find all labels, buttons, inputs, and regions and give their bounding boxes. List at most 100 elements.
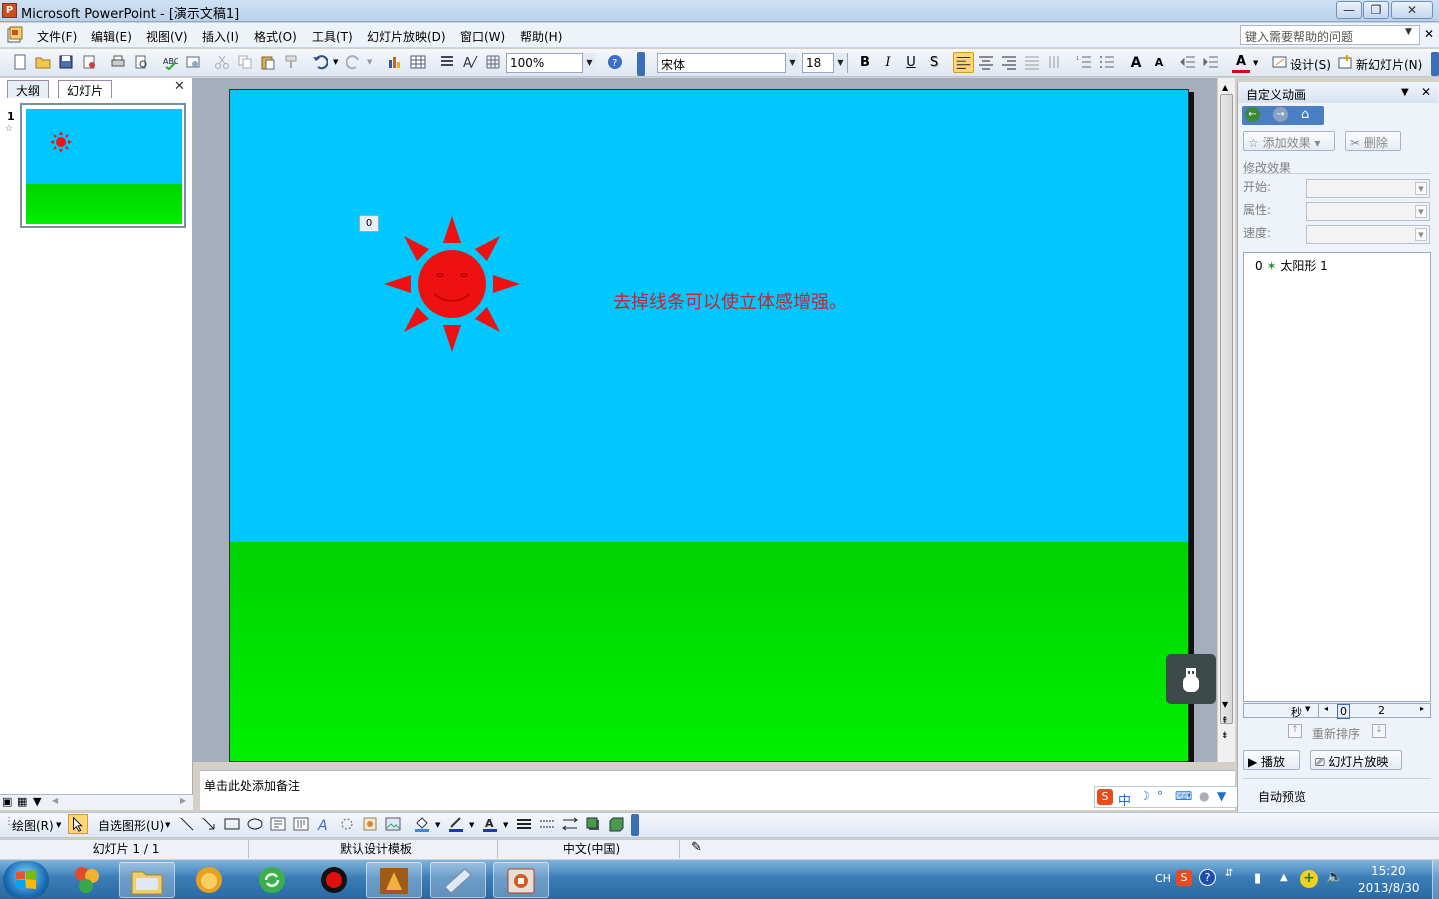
menu-view[interactable]: 视图(V)	[146, 28, 188, 45]
dash-style-icon[interactable]	[539, 816, 555, 832]
increase-indent-icon[interactable]	[1203, 54, 1219, 70]
taskbar-item-3[interactable]	[182, 862, 238, 898]
insert-chart-icon[interactable]	[387, 54, 403, 70]
play-button[interactable]: ▶ 播放	[1243, 750, 1300, 770]
timeline-right-icon[interactable]: ▸	[1420, 704, 1424, 713]
close-button[interactable]: ✕	[1391, 1, 1433, 19]
show-hidden-icons[interactable]: ▲	[1280, 872, 1288, 883]
toolbar-options-icon[interactable]	[637, 52, 645, 76]
draw-menu[interactable]: 绘图(R)	[12, 817, 54, 834]
task-pane-close-icon[interactable]: ✕	[1421, 85, 1431, 99]
new-document-icon[interactable]	[12, 54, 28, 70]
line-icon[interactable]	[179, 816, 195, 832]
fill-color-dropdown-icon[interactable]: ▼	[435, 821, 440, 829]
arrow-style-icon[interactable]	[562, 816, 578, 832]
shadow-style-icon[interactable]	[585, 816, 601, 832]
taskbar-item-1[interactable]	[60, 862, 116, 898]
taskbar-item-5[interactable]	[307, 862, 363, 898]
line-style-icon[interactable]	[516, 816, 532, 832]
ime-options-tray-icon[interactable]: ⇵	[1225, 868, 1233, 879]
expand-all-icon[interactable]	[439, 54, 455, 70]
design-button[interactable]: 设计(S)	[1290, 56, 1331, 73]
format-toolbar-options-icon[interactable]	[1431, 52, 1439, 76]
notes-placeholder[interactable]: 单击此处添加备注	[204, 777, 300, 794]
normal-view-icon[interactable]: ▣	[2, 795, 12, 808]
property-combo[interactable]: ▼	[1306, 202, 1430, 221]
format-painter-icon[interactable]	[283, 54, 299, 70]
clock-date[interactable]: 2013/8/30	[1358, 881, 1420, 895]
timeline-left-icon[interactable]: ◂	[1324, 704, 1328, 713]
vertical-textbox-icon[interactable]	[293, 816, 309, 832]
start-combo[interactable]: ▼	[1306, 179, 1430, 198]
vertical-scrollbar[interactable]	[1217, 78, 1235, 762]
slide-text-box[interactable]: 去掉线条可以使立体感增强。	[613, 288, 847, 314]
powerpoint-app-icon[interactable]: P	[2, 3, 17, 18]
hscroll-left-icon[interactable]: ◀	[52, 796, 58, 805]
timeline-unit-dropdown-icon[interactable]: ▼	[1305, 705, 1310, 713]
slideshow-button[interactable]: ⎚ 幻灯片放映	[1310, 750, 1402, 770]
wordart-icon[interactable]: A	[316, 816, 332, 832]
font-name-combo[interactable]: 宋体	[657, 53, 797, 73]
home-icon[interactable]: ⌂	[1301, 107, 1309, 122]
half-width-icon[interactable]: ☽	[1139, 789, 1150, 803]
redo-icon[interactable]	[346, 54, 362, 70]
speed-combo[interactable]: ▼	[1306, 225, 1430, 244]
insert-table-icon[interactable]	[410, 54, 426, 70]
picture-icon[interactable]	[385, 816, 401, 832]
help-search-input[interactable]: 键入需要帮助的问题	[1240, 25, 1420, 45]
drawing-font-color-icon[interactable]: A	[482, 816, 498, 832]
scroll-down-icon[interactable]: ▼	[1222, 700, 1228, 709]
spelling-icon[interactable]: ABC	[162, 54, 178, 70]
select-objects-icon[interactable]	[68, 814, 88, 834]
copy-icon[interactable]	[237, 54, 253, 70]
bullets-icon[interactable]	[1099, 54, 1115, 70]
paste-icon[interactable]	[260, 54, 276, 70]
property-dropdown-icon[interactable]: ▼	[1415, 205, 1427, 218]
save-icon[interactable]	[58, 54, 74, 70]
slide-canvas[interactable]	[229, 89, 1189, 762]
document-menu-icon[interactable]	[5, 26, 25, 44]
taskbar-powerpoint[interactable]	[493, 862, 549, 898]
skin-icon[interactable]: ▼	[1217, 789, 1226, 803]
volume-tray-icon[interactable]: 🔈	[1326, 869, 1343, 885]
text-direction-icon[interactable]	[1047, 54, 1063, 70]
autoshapes-menu[interactable]: 自选图形(U)	[98, 817, 164, 834]
user-icon[interactable]: ●	[1199, 789, 1209, 803]
menu-format[interactable]: 格式(O)	[254, 28, 297, 45]
cut-icon[interactable]	[214, 54, 230, 70]
show-desktop-button[interactable]	[1432, 860, 1439, 899]
undo-dropdown-icon[interactable]: ▼	[333, 58, 338, 66]
menu-help[interactable]: 帮助(H)	[520, 28, 562, 45]
reorder-up-icon[interactable]: ↑	[1288, 724, 1302, 738]
clock-time[interactable]: 15:20	[1371, 864, 1406, 878]
auto-preview-checkbox[interactable]: 自动预览	[1258, 788, 1306, 805]
clipart-icon[interactable]	[362, 816, 378, 832]
rectangle-icon[interactable]	[224, 816, 240, 832]
taskbar-item-7[interactable]	[430, 862, 486, 898]
add-effect-button[interactable]: ☆ 添加效果 ▾	[1243, 131, 1335, 151]
battery-tray-icon[interactable]: ▮	[1254, 871, 1261, 886]
align-left-icon[interactable]	[953, 52, 974, 73]
menu-insert[interactable]: 插入(I)	[202, 28, 239, 45]
doc-close-icon[interactable]: ✕	[1424, 27, 1434, 41]
speed-dropdown-icon[interactable]: ▼	[1415, 228, 1427, 241]
task-pane-menu-icon[interactable]: ▼	[1401, 87, 1409, 98]
maximize-button[interactable]: ❐	[1363, 1, 1389, 19]
draw-menu-dropdown-icon[interactable]: ▼	[56, 821, 61, 829]
underline-button[interactable]: U	[902, 54, 920, 72]
textbox-icon[interactable]	[270, 816, 286, 832]
line-color-icon[interactable]	[448, 816, 464, 832]
decrease-font-button[interactable]: A	[1150, 54, 1168, 72]
slide-thumbnail[interactable]	[20, 103, 186, 228]
menu-edit[interactable]: 编辑(E)	[91, 28, 132, 45]
research-icon[interactable]	[185, 54, 201, 70]
font-color-button[interactable]: A	[1232, 54, 1250, 73]
grid-icon[interactable]	[485, 54, 501, 70]
next-slide-icon[interactable]: ⇟	[1221, 731, 1229, 741]
sogou-tray-icon[interactable]: S	[1176, 870, 1192, 886]
sogou-ime-icon[interactable]: S	[1097, 789, 1113, 805]
font-size-dropdown-icon[interactable]: ▼	[833, 53, 847, 73]
arrow-icon[interactable]	[201, 816, 217, 832]
slide-sorter-icon[interactable]: ▦	[17, 795, 27, 808]
effect-list[interactable]	[1243, 252, 1431, 702]
